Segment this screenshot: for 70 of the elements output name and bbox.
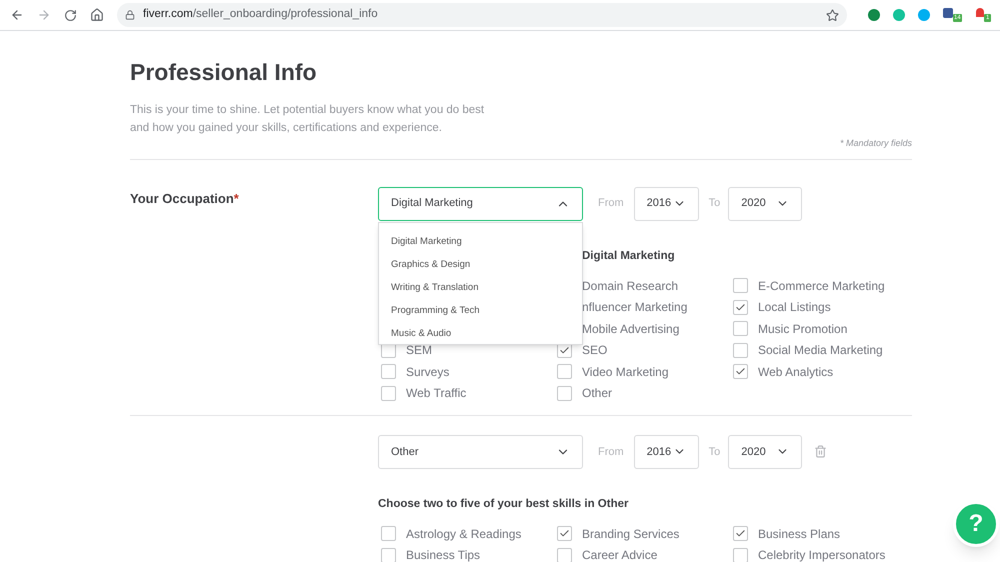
lock-icon	[125, 10, 135, 20]
extension-icon[interactable]	[893, 9, 905, 21]
checkbox[interactable]	[557, 364, 572, 379]
year-select[interactable]: 2016	[634, 434, 699, 469]
skill-label: Video Marketing	[582, 364, 668, 380]
skill-label: Business Plans	[758, 526, 840, 543]
dropdown-option[interactable]: Programming & Tech	[379, 300, 582, 322]
year-select[interactable]: 2020	[728, 434, 802, 469]
skill-label: Mobile Advertising	[582, 320, 680, 338]
forward-icon[interactable]	[37, 8, 51, 22]
page-description: This is your time to shine. Let potential buyers know what you do best and how you gained your skills, certifications and experience.	[130, 103, 486, 136]
skill-label: Business Tips	[406, 547, 480, 562]
occupation-label: Your Occupation*	[130, 190, 239, 206]
extension-icon[interactable]	[918, 9, 930, 21]
checkbox[interactable]	[381, 548, 396, 562]
reload-icon[interactable]	[64, 8, 77, 22]
skill-label: Branding Services	[582, 526, 680, 543]
skill-label: nfluencer Marketing	[582, 299, 688, 316]
skill-label: Domain Research	[582, 278, 678, 294]
checkbox[interactable]	[557, 386, 572, 400]
skill-label: Social Media Marketing	[758, 342, 883, 359]
skill-label: Celebrity Impersonators	[758, 547, 886, 562]
skill-label: Surveys	[406, 364, 450, 380]
checkbox[interactable]	[381, 386, 396, 400]
skill-label: Music Promotion	[758, 320, 848, 338]
skill-label: Web Analytics	[758, 364, 834, 380]
delete-icon[interactable]	[814, 445, 828, 458]
occupation-select[interactable]: Other	[378, 434, 583, 469]
skill-label: Local Listings	[758, 299, 831, 316]
back-icon[interactable]	[10, 8, 24, 22]
to-label: To	[708, 444, 720, 460]
to-label: To	[708, 196, 720, 212]
page-title: Professional Info	[130, 58, 318, 86]
extension-icon[interactable]	[976, 8, 984, 17]
checkbox[interactable]	[381, 364, 396, 379]
checkbox[interactable]	[733, 364, 748, 379]
skill-label: Other	[582, 385, 612, 402]
dropdown-option[interactable]: Graphics & Design	[379, 254, 582, 276]
from-label: From	[598, 196, 624, 212]
skill-label: Web Traffic	[406, 385, 466, 402]
dropdown-option[interactable]: Writing & Translation	[379, 276, 582, 300]
checkbox[interactable]	[733, 300, 748, 314]
skill-label: SEO	[582, 342, 608, 359]
checkbox[interactable]	[557, 548, 572, 562]
extension-icon[interactable]	[868, 9, 880, 21]
skill-label: E-Commerce Marketing	[758, 278, 885, 294]
checkbox[interactable]	[557, 526, 572, 542]
checkbox[interactable]	[733, 526, 748, 542]
year-select[interactable]: 2016	[634, 186, 699, 220]
checkbox[interactable]	[733, 321, 748, 336]
address-bar[interactable]: fiverr.com/seller_onboarding/professional_info	[117, 3, 847, 27]
check-icon	[735, 302, 746, 312]
star-icon[interactable]	[826, 8, 839, 22]
mandatory-note: * Mandatory fields	[840, 137, 912, 150]
check-icon	[735, 366, 746, 377]
home-icon[interactable]	[90, 8, 104, 22]
skill-label: Astrology & Readings	[406, 526, 522, 543]
skill-label: Career Advice	[582, 547, 658, 562]
checkbox[interactable]	[733, 342, 748, 358]
year-select[interactable]: 2020	[728, 186, 802, 220]
from-label: From	[598, 444, 624, 460]
checkbox[interactable]	[733, 548, 748, 562]
checkbox[interactable]	[733, 278, 748, 293]
dropdown-option[interactable]: Digital Marketing	[379, 230, 582, 254]
check-icon	[559, 344, 570, 356]
checkbox[interactable]	[381, 526, 396, 542]
skills-heading: Digital Marketing	[581, 248, 676, 264]
occupation-select[interactable]: Digital Marketing	[378, 186, 583, 220]
skills-heading: Choose two to five of your best skills in Other	[378, 496, 630, 512]
extension-icon[interactable]	[943, 8, 953, 18]
